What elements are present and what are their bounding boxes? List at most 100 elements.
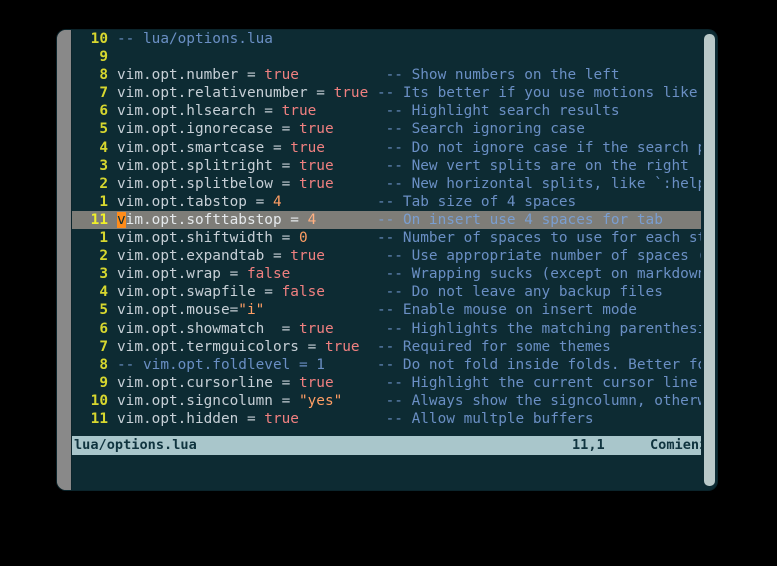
token-ident: [334, 321, 386, 337]
code-line[interactable]: 10 -- lua/options.lua: [72, 30, 701, 48]
token-ident: [334, 176, 386, 192]
token-comment: -- Wrapping sucks (except on markdown): [385, 266, 701, 283]
token-comment: -- Its better if you use motions like 10…: [376, 85, 698, 102]
token-kw: true: [264, 67, 299, 84]
line-number: 11: [90, 410, 108, 427]
code-text: vim.opt.signcolumn = "yes" -- Always sho…: [108, 392, 701, 410]
line-number: 3: [99, 266, 108, 283]
token-ident: vim.opt.smartcase =: [117, 139, 291, 156]
token-kw: true: [298, 320, 334, 337]
code-line[interactable]: 9: [72, 48, 701, 66]
code-line[interactable]: 5 vim.opt.mouse="i" -- Enable mouse on in…: [72, 301, 701, 319]
token-ident: vim.opt.swapfile =: [117, 284, 282, 301]
token-ident: [325, 248, 386, 264]
code-line[interactable]: 4 vim.opt.swapfile = false -- Do not leav…: [72, 283, 701, 301]
code-line[interactable]: 1 vim.opt.tabstop = 4 -- Tab size of 4 sp…: [72, 193, 701, 211]
code-line[interactable]: 6 vim.opt.showmatch = true -- Highlights …: [72, 320, 701, 338]
code-line[interactable]: 5 vim.opt.ignorecase = true -- Search ign…: [72, 120, 701, 138]
line-number: 9: [99, 374, 108, 391]
code-line[interactable]: 9 vim.opt.cursorline = true -- Highlight …: [72, 374, 701, 392]
token-comment: -- Highlights the matching parenthesis: [385, 320, 701, 337]
token-ident: vim.opt.cursorline =: [117, 374, 299, 391]
line-number: 1: [99, 230, 108, 247]
token-str: "i": [238, 302, 265, 319]
token-kw: true: [298, 374, 334, 391]
statusline-cursor-position: 11,1: [572, 437, 605, 453]
token-ident: [360, 339, 377, 355]
token-ident: vim.opt.splitright =: [117, 157, 299, 174]
token-comment: -- Show numbers on the left: [385, 67, 620, 84]
token-kw: true: [290, 139, 325, 156]
token-ident: [316, 212, 377, 228]
token-ident: [342, 393, 385, 409]
code-editor[interactable]: 10 -- lua/options.lua 9 8 vim.opt.number = t…: [72, 30, 701, 434]
code-line[interactable]: 7 vim.opt.relativenumber = true -- Its be…: [72, 84, 701, 102]
token-comment: -- Number of spaces to use for each step…: [376, 230, 701, 247]
code-line[interactable]: 1 vim.opt.shiftwidth = 0 -- Number of spa…: [72, 229, 701, 247]
line-number: 7: [99, 85, 108, 102]
code-line[interactable]: 2 vim.opt.splitbelow = true -- New horizo…: [72, 175, 701, 193]
token-kw: true: [264, 410, 299, 427]
token-comment: -- Highlight search results: [385, 103, 620, 120]
line-number: 2: [99, 175, 108, 192]
token-str: "yes": [298, 392, 343, 409]
line-number: 10: [90, 392, 108, 409]
token-comment: -- Required for some themes: [376, 338, 611, 355]
line-number: 2: [99, 248, 108, 265]
code-line[interactable]: 6 vim.opt.hlsearch = true -- Highlight se…: [72, 102, 701, 120]
code-line[interactable]: 8 vim.opt.number = true -- Show numbers o…: [72, 66, 701, 84]
token-comment: -- Search ignoring case: [385, 121, 585, 138]
token-comment: -- Always show the signcolumn, otherwise…: [385, 392, 701, 409]
token-ident: [325, 284, 386, 300]
code-text: vim.opt.expandtab = true -- Use appropri…: [108, 247, 701, 265]
token-ident: [316, 103, 385, 119]
code-line[interactable]: 11 vim.opt.softtabstop = 4 -- On insert u…: [72, 210, 701, 230]
token-num: 4: [272, 193, 282, 210]
token-ident: vim.opt.tabstop =: [117, 193, 273, 210]
line-number: 1: [99, 193, 108, 210]
token-kw: true: [281, 103, 317, 120]
token-comment: -- New horizontal splits, like `:help`, …: [385, 175, 701, 192]
code-line[interactable]: 3 vim.opt.wrap = false -- Wrapping sucks …: [72, 265, 701, 283]
code-text: vim.opt.tabstop = 4 -- Tab size of 4 spa…: [108, 193, 576, 211]
code-text: vim.opt.relativenumber = true -- Its bet…: [108, 84, 701, 102]
code-line[interactable]: 10 vim.opt.signcolumn = "yes" -- Always s…: [72, 392, 701, 410]
statusline-filename: lua/options.lua: [74, 437, 197, 453]
token-ident: vim.opt.mouse=: [117, 302, 239, 319]
right-scrollbar[interactable]: [704, 34, 715, 486]
line-number: 7: [99, 338, 108, 355]
line-number: 5: [99, 121, 108, 138]
token-comment: -- Do not leave any backup files: [385, 284, 663, 301]
code-text: -- vim.opt.foldlevel = 1 -- Do not fold …: [108, 356, 701, 374]
token-comment: -- vim.opt.foldlevel = 1: [117, 356, 325, 373]
code-line[interactable]: 3 vim.opt.splitright = true -- New vert s…: [72, 157, 701, 175]
command-line[interactable]: [72, 456, 701, 486]
code-line[interactable]: 2 vim.opt.expandtab = true -- Use appropr…: [72, 247, 701, 265]
code-text: vim.opt.ignorecase = true -- Search igno…: [108, 120, 585, 138]
code-text: vim.opt.hlsearch = true -- Highlight sea…: [108, 102, 620, 120]
token-kw: false: [281, 284, 325, 301]
line-number: 8: [99, 356, 108, 373]
token-ident: vim.opt.relativenumber =: [117, 85, 334, 102]
left-scrollbar-thumb[interactable]: [57, 30, 71, 490]
token-kw: true: [324, 338, 360, 355]
token-ident: vim.opt.signcolumn =: [117, 392, 299, 409]
code-text: vim.opt.mouse="i" -- Enable mouse on ins…: [108, 301, 637, 319]
code-line[interactable]: 11 vim.opt.hidden = true -- Allow multple…: [72, 410, 701, 428]
token-ident: im.opt.softtabstop =: [125, 211, 308, 228]
code-text: vim.opt.showmatch = true -- Highlights t…: [108, 320, 701, 338]
code-text: vim.opt.softtabstop = 4 -- On insert use…: [108, 211, 663, 229]
token-ident: [334, 375, 386, 391]
code-line[interactable]: 4 vim.opt.smartcase = true -- Do not igno…: [72, 139, 701, 157]
left-scrollbar[interactable]: [57, 30, 72, 490]
code-line[interactable]: 8 -- vim.opt.foldlevel = 1 -- Do not fold…: [72, 356, 701, 374]
token-comment: -- Allow multple buffers: [385, 410, 594, 427]
code-text: vim.opt.cursorline = true -- Highlight t…: [108, 374, 701, 392]
text-cursor: v: [117, 211, 126, 228]
token-ident: [299, 411, 386, 427]
token-kw: true: [298, 121, 334, 138]
token-ident: [299, 67, 386, 83]
token-ident: vim.opt.termguicolors =: [117, 338, 325, 355]
code-line[interactable]: 7 vim.opt.termguicolors = true -- Require…: [72, 338, 701, 356]
token-comment: -- lua/options.lua: [117, 31, 273, 47]
